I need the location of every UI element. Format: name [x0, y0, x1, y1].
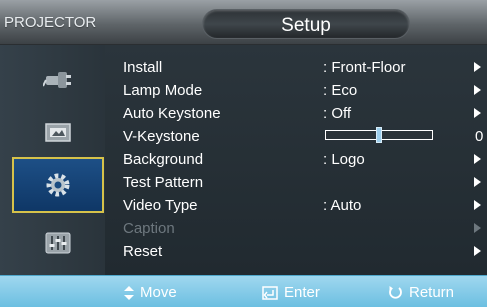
- footer-move-hint: Move: [124, 284, 177, 301]
- up-down-arrows-icon: [124, 285, 134, 300]
- chevron-right-icon: [474, 62, 481, 72]
- menu-row-video-type[interactable]: Video Type : Auto: [105, 193, 487, 216]
- sidebar-item-picture[interactable]: [12, 105, 104, 161]
- enter-icon: [262, 285, 278, 300]
- setup-menu-panel: Install : Front-Floor Lamp Mode : Eco Au…: [105, 45, 487, 275]
- chevron-right-icon: [474, 200, 481, 210]
- menu-row-label: Background: [123, 151, 204, 168]
- menu-row-value: : Logo: [323, 151, 365, 168]
- menu-row-label: Caption: [123, 220, 175, 237]
- brand-label: PROJECTOR: [4, 14, 97, 31]
- chevron-right-icon: [474, 85, 481, 95]
- footer-return-label: Return: [409, 284, 455, 301]
- menu-row-caption: Caption: [105, 216, 487, 239]
- menu-row-auto-keystone[interactable]: Auto Keystone : Off: [105, 101, 487, 124]
- menu-row-reset[interactable]: Reset: [105, 239, 487, 262]
- chevron-right-icon: [474, 154, 481, 164]
- menu-row-value: : Off: [323, 105, 352, 122]
- menu-row-value: : Front-Floor: [323, 59, 406, 76]
- menu-row-test-pattern[interactable]: Test Pattern: [105, 170, 487, 193]
- footer-enter-hint: Enter: [262, 284, 320, 301]
- menu-row-label: Reset: [123, 243, 163, 260]
- chevron-right-icon: [474, 223, 481, 233]
- sidebar-item-input[interactable]: [12, 51, 104, 107]
- menu-row-label: Auto Keystone: [123, 105, 221, 122]
- option-sliders-icon: [45, 232, 71, 254]
- projector-osd: PROJECTOR Setup Install: Front-Floor La…: [0, 0, 487, 307]
- menu-row-value: : Auto: [323, 197, 362, 214]
- menu-row-background[interactable]: Background : Logo: [105, 147, 487, 170]
- menu-row-label: Test Pattern: [123, 174, 204, 191]
- slider-thumb[interactable]: [376, 127, 382, 143]
- footer-hint-bar: Move Enter Return: [0, 275, 487, 307]
- menu-row-lamp-mode[interactable]: Lamp Mode : Eco: [105, 78, 487, 101]
- input-plug-icon: [43, 72, 71, 88]
- category-sidebar: [0, 45, 105, 275]
- sidebar-item-option[interactable]: [12, 215, 104, 271]
- menu-row-label: Lamp Mode: [123, 82, 203, 99]
- picture-icon: [45, 123, 71, 142]
- footer-move-label: Move: [140, 284, 177, 301]
- menu-row-value: : Eco: [323, 82, 358, 99]
- menu-row-install[interactable]: Install : Front-Floor: [105, 55, 487, 78]
- sidebar-item-setup[interactable]: [12, 157, 104, 213]
- footer-return-hint: Return: [388, 284, 454, 301]
- chevron-right-icon: [474, 177, 481, 187]
- chevron-right-icon: [474, 108, 481, 118]
- v-keystone-value: 0: [475, 128, 484, 145]
- return-icon: [389, 286, 402, 299]
- menu-row-label: V-Keystone: [123, 128, 200, 145]
- setup-gear-icon: [46, 173, 70, 197]
- menu-row-v-keystone[interactable]: V-Keystone 0: [105, 124, 487, 147]
- menu-title-pill: Setup: [202, 9, 410, 39]
- footer-enter-label: Enter: [284, 284, 320, 301]
- menu-row-label: Video Type: [123, 197, 198, 214]
- v-keystone-slider[interactable]: [325, 127, 433, 143]
- menu-title: Setup: [281, 15, 331, 36]
- title-bar: PROJECTOR Setup: [0, 0, 487, 45]
- chevron-right-icon: [474, 246, 481, 256]
- menu-row-label: Install: [123, 59, 163, 76]
